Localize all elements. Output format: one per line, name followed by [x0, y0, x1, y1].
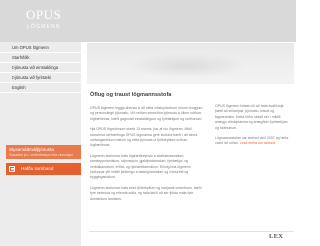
- brand-subtitle: LÖGMENN: [27, 24, 61, 30]
- article-paragraph: Hjá OPUS lögmönnum starfa 13 manns, þar …: [90, 127, 198, 148]
- brand-logo[interactable]: OPUS LÖGMENN: [26, 7, 61, 30]
- nav-item-about[interactable]: Um OPUS lögmenn: [0, 43, 81, 53]
- nav-item-individuals[interactable]: Þjónusta við einstaklinga: [0, 63, 81, 73]
- brand-name: OPUS: [26, 7, 62, 22]
- article-paragraph: OPUS lögmenn leggja áherslu á að veita v…: [90, 106, 203, 121]
- contact-icon: [9, 166, 15, 172]
- contact-button[interactable]: Hafðu samband: [6, 163, 81, 175]
- nav-item-companies[interactable]: Þjónusta við fyrirtæki: [0, 73, 81, 83]
- lex-seal: LEX: [269, 233, 284, 240]
- article-paragraph: Lögmenn stofunnar hafa lögfræðireynslu á…: [90, 153, 191, 180]
- nav-item-staff[interactable]: Starfsfólk: [0, 53, 81, 63]
- footer-divider: [89, 231, 294, 232]
- contact-label: Hafðu samband: [21, 166, 54, 171]
- aside-paragraph: OPUS lögmenn leitast við að hafa ávallt …: [215, 104, 288, 130]
- page-title: Öflug og traust lögmannsstofa: [90, 92, 172, 98]
- main-nav: Um OPUS lögmenn Starfsfólk Þjónusta við …: [0, 43, 81, 93]
- hero-image: [87, 43, 294, 84]
- article-paragraph: Lögmenn stofunnar hafa sinnt fjölbreyttu…: [90, 185, 202, 201]
- main-article: Öflug og traust lögmannsstofa OPUS lögme…: [90, 92, 206, 207]
- promo-title: Slysamáttmálþjónusta: [9, 147, 54, 152]
- sidebar: Um OPUS lögmenn Starfsfólk Þjónusta við …: [0, 42, 81, 246]
- aside-paragraph: Lögmannsstofan var stofnuð árið 2007 og …: [215, 136, 290, 147]
- site-header: OPUS LÖGMENN: [0, 0, 296, 42]
- read-more-link[interactable]: Lesa meira um stofuna: [240, 141, 276, 145]
- promo-subtitle: Slasaðist þú í umferðarslysi eða vinnusl…: [9, 153, 73, 157]
- promo-accident-service[interactable]: Slysamáttmálþjónusta Slasaðist þú í umfe…: [6, 145, 81, 159]
- nav-item-english[interactable]: English: [0, 83, 81, 93]
- aside-column: OPUS lögmenn leitast við að hafa ávallt …: [215, 104, 290, 152]
